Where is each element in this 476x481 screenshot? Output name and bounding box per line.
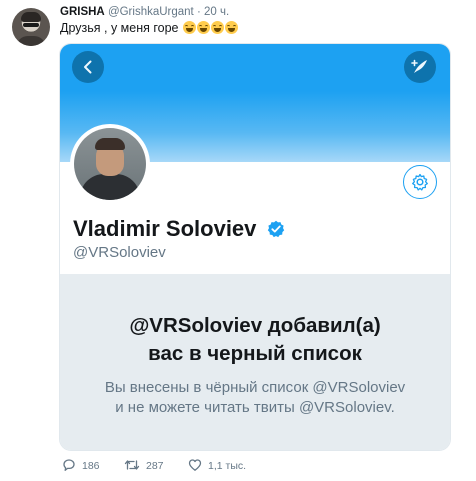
gear-icon bbox=[412, 173, 428, 191]
separator-dot: · bbox=[196, 6, 201, 18]
chevron-left-icon bbox=[84, 60, 92, 74]
face-with-tears-of-joy-icon bbox=[225, 21, 238, 34]
retweet-count: 287 bbox=[146, 460, 164, 472]
tweet: GRISHA @GrishkaUrgant · 20 ч. Друзья , у… bbox=[0, 0, 476, 481]
blocked-desc-line1: Вы внесены в чёрный список @VRSoloviev bbox=[104, 379, 406, 396]
author-name[interactable]: GRISHA bbox=[60, 6, 105, 18]
tweet-timestamp[interactable]: 20 ч. bbox=[204, 6, 229, 18]
tweet-header: GRISHA @GrishkaUrgant · 20 ч. bbox=[60, 6, 229, 18]
profile-display-name: Vladimir Soloviev bbox=[73, 216, 285, 242]
profile-avatar[interactable] bbox=[70, 124, 150, 204]
author-handle[interactable]: @GrishkaUrgant bbox=[108, 6, 194, 18]
reply-count: 186 bbox=[82, 460, 100, 472]
author-avatar[interactable] bbox=[12, 8, 50, 46]
retweet-button[interactable]: 287 bbox=[124, 458, 164, 472]
like-count: 1,1 тыс. bbox=[208, 460, 247, 472]
reply-button[interactable]: 186 bbox=[62, 458, 100, 472]
back-button[interactable] bbox=[72, 51, 104, 83]
profile-screen-name: @VRSoloviev bbox=[73, 244, 166, 261]
tweet-text-content: Друзья , у меня горе bbox=[60, 21, 179, 35]
heart-icon bbox=[188, 459, 202, 471]
face-with-tears-of-joy-icon bbox=[183, 21, 196, 34]
like-button[interactable]: 1,1 тыс. bbox=[188, 458, 246, 472]
face-with-tears-of-joy-icon bbox=[211, 21, 224, 34]
face-with-tears-of-joy-icon bbox=[197, 21, 210, 34]
blocked-title-line2: вас в черный список bbox=[148, 342, 362, 365]
retweet-icon bbox=[124, 460, 140, 470]
verified-badge-icon bbox=[267, 220, 284, 238]
tweet-text: Друзья , у меня горе bbox=[60, 21, 238, 37]
blocked-title-line1: @VRSoloviev добавил(а) bbox=[129, 314, 381, 337]
profile-settings-button[interactable] bbox=[403, 165, 437, 199]
embedded-screenshot-card[interactable]: Vladimir Soloviev @VRSoloviev @VRSolovie… bbox=[59, 43, 451, 451]
blocked-title: @VRSoloviev добавил(а) вас в черный спис… bbox=[60, 312, 450, 368]
blocked-notice-panel: @VRSoloviev добавил(а) вас в черный спис… bbox=[60, 274, 450, 450]
emoji-group bbox=[182, 21, 238, 37]
display-name-text: Vladimir Soloviev bbox=[73, 216, 257, 241]
blocked-description: Вы внесены в чёрный список @VRSoloviev и… bbox=[60, 378, 450, 418]
reply-icon bbox=[63, 459, 75, 471]
compose-tweet-icon bbox=[411, 59, 427, 73]
compose-tweet-button[interactable] bbox=[404, 51, 436, 83]
blocked-desc-line2: и не можете читать твиты @VRSoloviev. bbox=[115, 399, 395, 416]
